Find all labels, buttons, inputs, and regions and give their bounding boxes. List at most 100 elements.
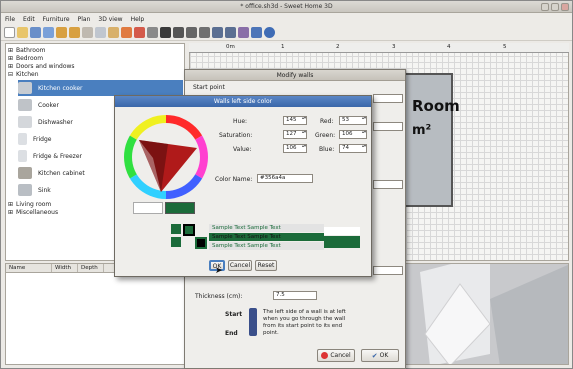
expand-icon[interactable]: ⊞ <box>8 201 14 208</box>
cabinet-icon <box>18 167 32 179</box>
red-field[interactable]: 53 <box>339 116 367 125</box>
collapse-icon[interactable]: ⊟ <box>8 71 14 78</box>
walls-ok-button[interactable]: ✔ OK <box>361 349 399 362</box>
thickness-label: Thickness (cm): <box>195 293 243 300</box>
walls-cancel-button[interactable]: Cancel <box>317 349 355 362</box>
wall-side-help-text: The left side of a wall is at left when … <box>263 309 346 336</box>
cooker-icon <box>18 82 32 94</box>
cooker-icon <box>18 99 32 111</box>
open-icon[interactable] <box>17 27 28 38</box>
hue-field[interactable]: 145 <box>283 116 307 125</box>
toolbar <box>1 25 572 41</box>
value-label: Value: <box>233 146 252 153</box>
menu-furniture[interactable]: Furniture <box>43 16 70 23</box>
expand-icon[interactable]: ⊞ <box>8 63 14 70</box>
current-color-swatch <box>165 202 195 214</box>
color-cancel-button[interactable]: Cancel <box>228 260 252 271</box>
category-living-room[interactable]: ⊞ Living room <box>8 200 51 208</box>
dialog-title: Modify walls <box>185 70 405 81</box>
hue-label: Hue: <box>233 118 248 125</box>
create-dimensions-icon[interactable] <box>186 27 197 38</box>
sample-text-light: Sample Text Sample Text <box>209 224 324 232</box>
add-furniture-icon[interactable] <box>121 27 132 38</box>
end-label: End <box>225 330 238 337</box>
red-label: Red: <box>320 118 334 125</box>
sample-text-light-2: Sample Text Sample Text <box>209 242 324 250</box>
category-doors-windows[interactable]: ⊞ Doors and windows <box>8 62 75 70</box>
zoom-in-icon[interactable] <box>212 27 223 38</box>
column-width[interactable]: Width <box>52 264 78 272</box>
redo-icon[interactable] <box>69 27 80 38</box>
save-icon[interactable] <box>30 27 41 38</box>
sample-swatch-white <box>324 227 360 235</box>
check-icon: ✔ <box>371 351 378 360</box>
ruler-label: 0m <box>226 44 235 50</box>
text-style-icon[interactable] <box>238 27 249 38</box>
photo-icon[interactable] <box>251 27 262 38</box>
palette-swatch[interactable] <box>195 237 207 249</box>
palette-swatch-selected[interactable] <box>183 224 195 236</box>
value-field[interactable]: 106 <box>283 144 307 153</box>
menu-plan[interactable]: Plan <box>78 16 91 23</box>
help-icon[interactable] <box>264 27 275 38</box>
catalog-item-kitchen-cooker[interactable]: Kitchen cooker <box>18 80 183 96</box>
select-icon[interactable] <box>147 27 158 38</box>
create-labels-icon[interactable] <box>199 27 210 38</box>
right-side-field[interactable] <box>373 266 403 275</box>
column-name[interactable]: Name <box>6 264 52 272</box>
paste-icon[interactable] <box>108 27 119 38</box>
sample-swatch-green <box>324 236 360 248</box>
delete-icon[interactable] <box>134 27 145 38</box>
copy-icon[interactable] <box>95 27 106 38</box>
category-kitchen[interactable]: ⊟ Kitchen <box>8 70 39 78</box>
left-side-field[interactable] <box>373 180 403 189</box>
category-bathroom[interactable]: ⊞ Bathroom <box>8 46 45 54</box>
color-name-field[interactable]: #356a4a <box>257 174 313 183</box>
menu-3d-view[interactable]: 3D view <box>98 16 122 23</box>
cancel-icon <box>321 352 329 359</box>
color-dialog-title: Walls left side color <box>115 96 371 107</box>
cut-icon[interactable] <box>82 27 93 38</box>
zoom-out-icon[interactable] <box>225 27 236 38</box>
menu-bar: File Edit Furniture Plan 3D view Help <box>1 13 572 25</box>
green-label: Green: <box>315 132 336 139</box>
close-button[interactable] <box>561 3 569 11</box>
saturation-field[interactable]: 127 <box>283 130 307 139</box>
ruler-label: 1 <box>281 44 285 50</box>
start-point-label: Start point <box>193 84 225 91</box>
green-field[interactable]: 106 <box>339 130 367 139</box>
category-bedroom[interactable]: ⊞ Bedroom <box>8 54 43 62</box>
undo-icon[interactable] <box>56 27 67 38</box>
minimize-button[interactable] <box>541 3 549 11</box>
blue-field[interactable]: 74 <box>339 144 367 153</box>
color-name-label: Color Name: <box>215 176 253 183</box>
color-wheel[interactable] <box>123 114 209 200</box>
x-start-field[interactable] <box>373 94 403 103</box>
menu-file[interactable]: File <box>5 16 15 23</box>
saturation-label: Saturation: <box>219 132 253 139</box>
new-icon[interactable] <box>4 27 15 38</box>
ruler-label: 2 <box>336 44 340 50</box>
furniture-list[interactable] <box>5 273 185 365</box>
thickness-field[interactable]: 7.5 <box>273 291 317 300</box>
palette-swatch[interactable] <box>171 224 181 234</box>
sample-text-dark: Sample Text Sample Text <box>209 233 324 241</box>
window-title: * office.sh3d - Sweet Home 3D <box>240 3 333 10</box>
menu-help[interactable]: Help <box>131 16 145 23</box>
menu-edit[interactable]: Edit <box>23 16 35 23</box>
fridge-icon <box>18 133 27 145</box>
x-end-field[interactable] <box>373 122 403 131</box>
expand-icon[interactable]: ⊞ <box>8 47 14 54</box>
create-rooms-icon[interactable] <box>173 27 184 38</box>
palette-swatch[interactable] <box>171 237 181 247</box>
category-miscellaneous[interactable]: ⊞ Miscellaneous <box>8 208 58 216</box>
create-walls-icon[interactable] <box>160 27 171 38</box>
column-depth[interactable]: Depth <box>78 264 104 272</box>
previous-color-swatch <box>133 202 163 214</box>
save-as-icon[interactable] <box>43 27 54 38</box>
color-reset-button[interactable]: Reset <box>255 260 277 271</box>
expand-icon[interactable]: ⊞ <box>8 209 14 216</box>
maximize-button[interactable] <box>551 3 559 11</box>
expand-icon[interactable]: ⊞ <box>8 55 14 62</box>
room-name: Room <box>412 97 460 115</box>
